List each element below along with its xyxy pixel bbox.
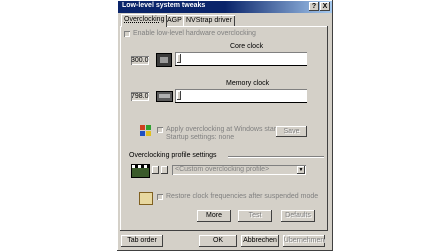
- startup-settings-label: Startup settings: none: [166, 134, 235, 141]
- tab-overclocking[interactable]: Overclocking: [121, 14, 168, 27]
- low-level-tweaks-dialog: Low-level system tweaks ? X Overclocking…: [117, 0, 333, 251]
- profile-select-value: <Custom overclocking profile>: [175, 166, 270, 173]
- profile-section-label: Overclocking profile settings: [129, 152, 217, 159]
- memory-clock-slider[interactable]: [175, 89, 307, 103]
- apply-at-startup-checkbox[interactable]: [157, 127, 163, 133]
- overclocking-panel: Enable low-level hardware overclocking C…: [120, 26, 328, 231]
- save-profile-icon[interactable]: [152, 166, 159, 174]
- profile-select[interactable]: <Custom overclocking profile> ▼: [172, 165, 306, 175]
- ok-button[interactable]: OK: [199, 235, 237, 247]
- window-title: Low-level system tweaks: [122, 2, 206, 9]
- save-button[interactable]: Save: [276, 126, 307, 137]
- tab-order-button[interactable]: Tab order: [121, 235, 163, 247]
- apply-button[interactable]: Übernehmen: [283, 235, 325, 247]
- more-button[interactable]: More: [197, 210, 231, 222]
- memory-clock-value: 798.0: [131, 92, 149, 101]
- suspend-icon: [139, 192, 153, 205]
- clapperboard-icon: [131, 164, 150, 178]
- tab-nvstrap-driver[interactable]: NVStrap driver: [183, 15, 235, 26]
- core-clock-slider-ticks: [175, 62, 307, 66]
- defaults-button[interactable]: Defaults: [281, 210, 315, 222]
- gpu-chip-icon: [156, 53, 172, 67]
- restore-clocks-checkbox[interactable]: [157, 194, 163, 200]
- close-button[interactable]: X: [320, 2, 330, 11]
- core-clock-label: Core clock: [230, 43, 264, 50]
- cancel-button[interactable]: Abbrechen: [241, 235, 279, 247]
- apply-at-startup-label: Apply overclocking at Windows startup: [166, 126, 286, 133]
- help-button[interactable]: ?: [309, 2, 319, 11]
- memory-clock-label: Memory clock: [226, 80, 270, 87]
- memory-clock-slider-ticks: [175, 99, 307, 103]
- title-bar[interactable]: Low-level system tweaks ? X: [118, 1, 332, 13]
- core-clock-slider[interactable]: [175, 52, 307, 66]
- restore-clocks-label: Restore clock frequencies after suspende…: [166, 193, 319, 200]
- core-clock-value: 300.0: [131, 56, 149, 65]
- chevron-down-icon[interactable]: ▼: [297, 166, 305, 174]
- enable-overclocking-label: Enable low-level hardware overclocking: [133, 30, 256, 37]
- memory-chip-icon: [156, 91, 173, 102]
- enable-overclocking-checkbox[interactable]: [124, 31, 130, 37]
- windows-logo-icon: [140, 125, 152, 137]
- delete-profile-icon[interactable]: [161, 166, 168, 174]
- profile-separator: [228, 156, 324, 157]
- test-button[interactable]: Test: [238, 210, 272, 222]
